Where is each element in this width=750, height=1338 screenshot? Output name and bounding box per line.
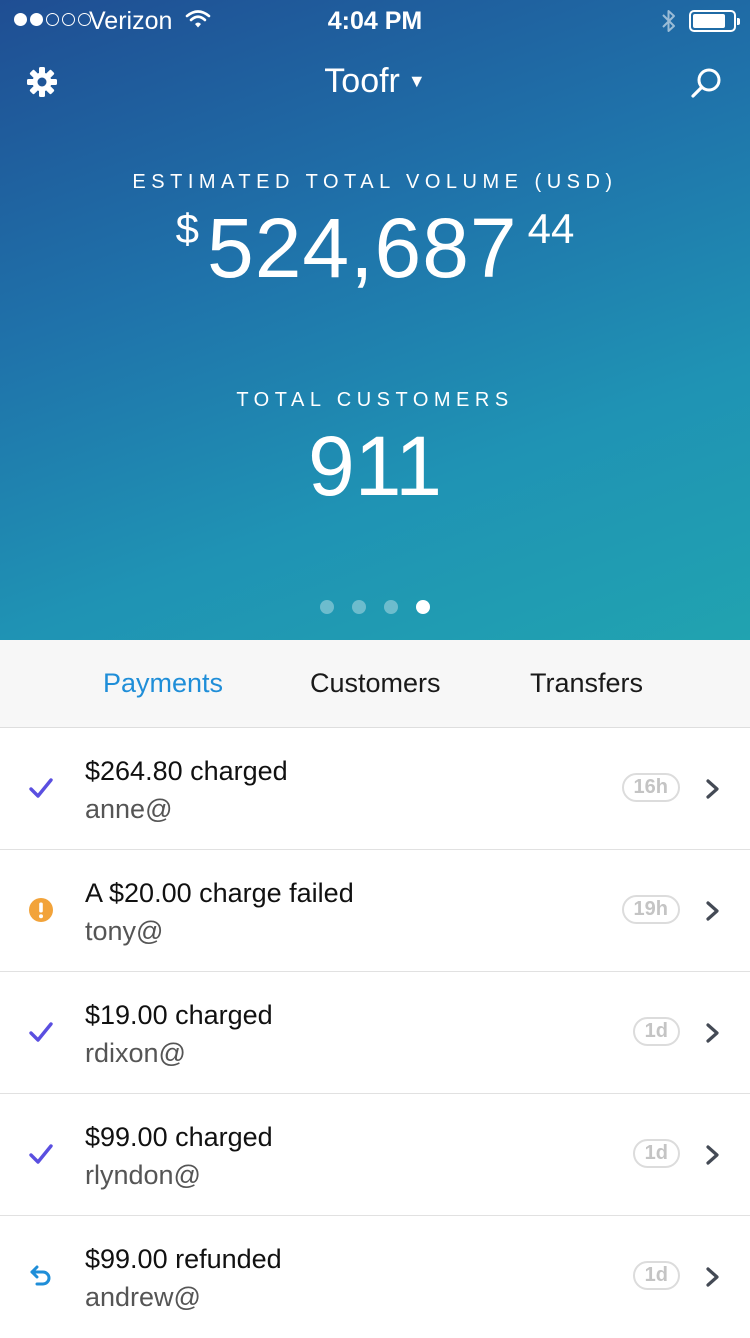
payment-title: $99.00 charged [85,1122,273,1152]
status-time: 4:04 PM [327,7,423,35]
account-switcher[interactable]: Toofr ▼ [0,62,750,101]
warning-icon [29,898,53,922]
checkmark-icon [29,778,53,798]
customers-label: TOTAL CUSTOMERS [236,389,514,411]
checkmark-icon [29,1022,53,1042]
status-bar: Verizon 4:04 PM [0,0,750,40]
tab-transfers[interactable]: Transfers [530,668,643,699]
payment-row[interactable]: $99.00 refunded andrew@ 1d [0,1216,750,1338]
page-dot[interactable] [320,600,334,614]
page-dot-active[interactable] [416,600,430,614]
tab-customers[interactable]: Customers [310,668,441,699]
checkmark-icon [29,1144,53,1164]
bluetooth-icon [662,10,675,32]
payment-row[interactable]: A $20.00 charge failed tony@ 19h [0,850,750,972]
payment-row[interactable]: $264.80 charged anne@ 16h [0,728,750,850]
total-volume: $524,687 44 [0,200,750,297]
payment-age-badge: 16h [621,773,680,802]
caret-down-icon: ▼ [407,71,426,91]
tab-payments[interactable]: Payments [103,668,223,699]
page-dot[interactable] [352,600,366,614]
volume-cents: 44 [527,205,575,252]
search-icon[interactable] [690,66,724,100]
payment-title: A $20.00 charge failed [85,878,354,908]
payment-row[interactable]: $99.00 charged rlyndon@ 1d [0,1094,750,1216]
account-name: Toofr [324,62,400,100]
payment-title: $19.00 charged [85,1000,273,1030]
payment-customer: rdixon@ [85,1038,186,1068]
chevron-right-icon [706,779,719,799]
volume-amount: 524,687 [207,201,518,295]
payment-age-badge: 1d [632,1017,680,1046]
dashboard-hero[interactable]: Verizon 4:04 PM Toofr ▼ ESTIMATED TOTAL … [0,0,750,640]
top-navigation: Toofr ▼ [0,50,750,114]
payment-customer: anne@ [85,794,173,824]
battery-icon [689,10,740,32]
page-indicator[interactable] [0,600,750,614]
payment-row[interactable]: $19.00 charged rdixon@ 1d [0,972,750,1094]
volume-currency: $ [175,205,199,252]
payment-age-badge: 19h [621,895,680,924]
payment-age-badge: 1d [632,1139,680,1168]
chevron-right-icon [706,1267,719,1287]
payment-title: $99.00 refunded [85,1244,282,1274]
payment-title: $264.80 charged [85,756,288,786]
page-dot[interactable] [384,600,398,614]
payment-customer: tony@ [85,916,164,946]
payment-customer: andrew@ [85,1282,201,1312]
payments-list: $264.80 charged anne@ 16h A $20.00 charg… [0,728,750,1338]
payment-age-badge: 1d [632,1261,680,1290]
tab-bar: Payments Customers Transfers [0,640,750,728]
chevron-right-icon [706,901,719,921]
refund-icon [30,1265,51,1286]
total-customers: 911 [308,419,442,513]
payment-customer: rlyndon@ [85,1160,201,1190]
volume-label: ESTIMATED TOTAL VOLUME (USD) [132,171,618,193]
chevron-right-icon [706,1023,719,1043]
chevron-right-icon [706,1145,719,1165]
